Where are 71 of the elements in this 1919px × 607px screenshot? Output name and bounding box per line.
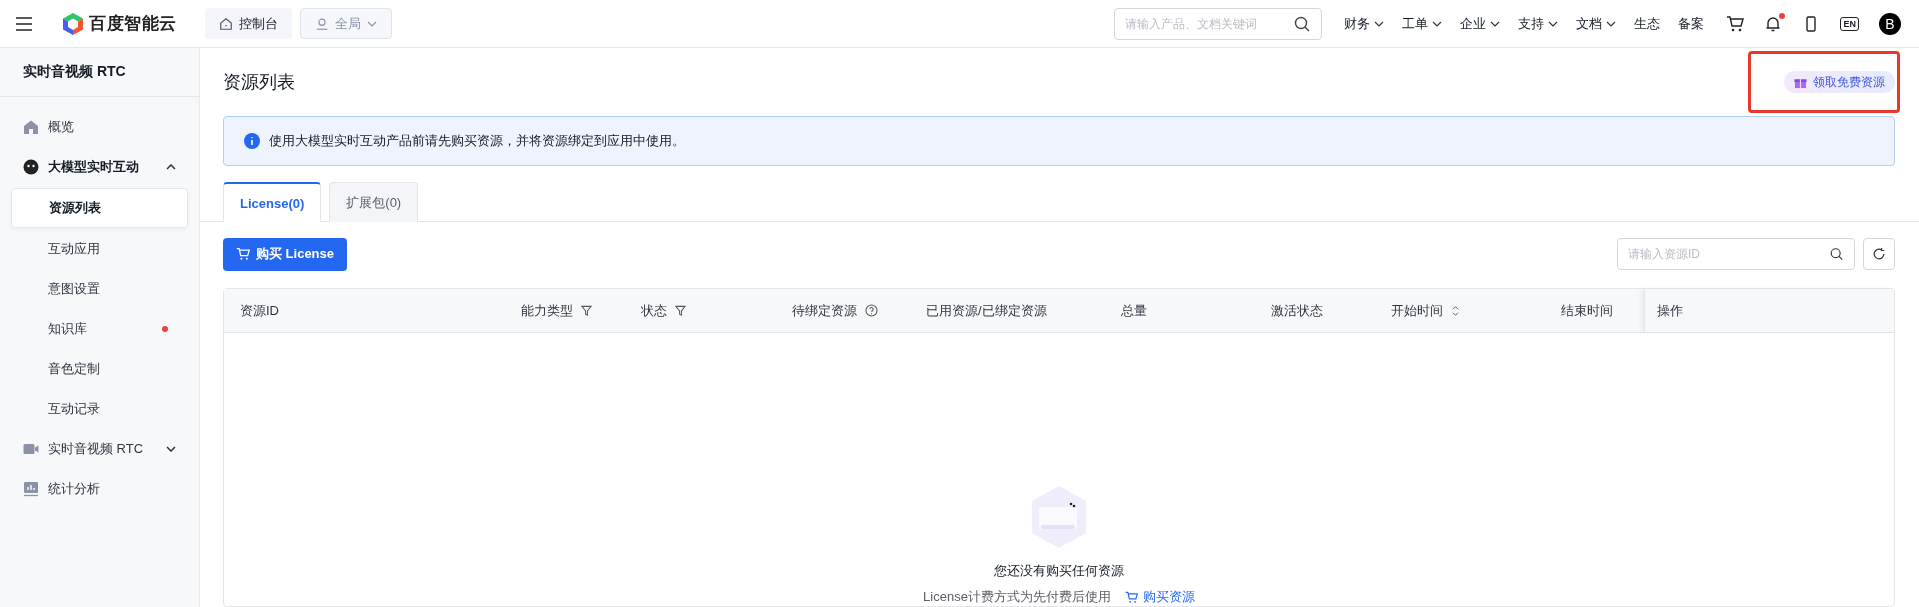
filter-icon[interactable] xyxy=(675,305,686,316)
free-resource-button[interactable]: 领取免费资源 xyxy=(1784,71,1895,93)
column-header: 结束时间 xyxy=(1560,301,1614,320)
menu-icon[interactable] xyxy=(16,16,32,31)
nav-menu[interactable]: 文档 xyxy=(1576,14,1617,33)
chevron-icon xyxy=(1548,20,1559,27)
column-header: 开始时间 xyxy=(1375,289,1545,332)
chevron-icon xyxy=(1374,20,1385,27)
sidebar-item[interactable]: 统计分析 xyxy=(11,469,188,509)
column-header: 能力类型 xyxy=(505,289,625,332)
chevron-icon xyxy=(366,20,377,27)
notification-icon[interactable] xyxy=(1764,14,1783,33)
filter-icon[interactable] xyxy=(581,305,592,316)
nav-menu[interactable]: 企业 xyxy=(1460,14,1501,33)
column-header: 激活状态 xyxy=(1270,301,1324,320)
nav-menu[interactable]: 生态 xyxy=(1634,14,1661,33)
column-header: 操作 xyxy=(1644,289,1896,332)
sidebar-item[interactable]: 大模型实时互动 xyxy=(11,147,188,187)
nav-menu[interactable]: 工单 xyxy=(1402,14,1443,33)
refresh-icon xyxy=(1872,247,1886,261)
video-icon xyxy=(23,441,39,457)
tab[interactable]: License(0) xyxy=(223,182,322,222)
column-header: 总量 xyxy=(1120,301,1148,320)
sidebar-item[interactable]: 概览 xyxy=(11,107,188,147)
robot-icon xyxy=(23,159,39,175)
column-header: 状态 xyxy=(625,289,776,332)
nav-menu[interactable]: 支持 xyxy=(1518,14,1559,33)
page-title: 资源列表 xyxy=(223,71,295,94)
sort-icon[interactable] xyxy=(1451,304,1460,317)
chevron-icon xyxy=(1490,20,1501,27)
resource-id-search[interactable]: 请输入资源ID xyxy=(1617,238,1855,270)
column-header: 资源ID xyxy=(239,301,280,320)
column-header: 待绑定资源 xyxy=(776,289,910,332)
empty-title: 您还没有购买任何资源 xyxy=(994,562,1124,580)
buy-resource-link[interactable]: 购买资源 xyxy=(1124,588,1195,606)
user-avatar[interactable]: B xyxy=(1879,12,1901,35)
sidebar-item[interactable]: 实时音视频 RTC xyxy=(11,429,188,469)
nav-menu[interactable]: 备案 xyxy=(1678,14,1705,33)
refresh-button[interactable] xyxy=(1863,238,1895,270)
empty-box-icon xyxy=(1031,485,1087,549)
console-button[interactable]: 控制台 xyxy=(204,8,292,39)
home-icon xyxy=(218,16,233,31)
logo-icon xyxy=(61,11,85,36)
cart-icon[interactable] xyxy=(1726,14,1745,33)
tab[interactable]: 扩展包(0) xyxy=(329,182,419,222)
chevron-icon xyxy=(1606,20,1617,27)
chevron-icon xyxy=(1432,20,1443,27)
search-icon[interactable] xyxy=(1294,15,1311,32)
search-icon[interactable] xyxy=(1830,247,1843,261)
sidebar-subitem[interactable]: 互动应用 xyxy=(11,230,188,268)
language-button[interactable]: EN xyxy=(1840,16,1859,31)
cart-icon xyxy=(236,247,250,261)
cart-icon xyxy=(1124,590,1138,604)
sidebar-subitem[interactable]: 资源列表 xyxy=(11,188,188,228)
brand-name[interactable]: 百度智能云 xyxy=(89,12,177,35)
search-field[interactable]: 请输入产品、文档关键词 xyxy=(1114,7,1323,40)
home-icon xyxy=(23,119,39,135)
location-icon xyxy=(314,16,329,31)
nav-menu[interactable]: 财务 xyxy=(1344,14,1385,33)
notice-text: 使用大模型实时互动产品前请先购买资源，并将资源绑定到应用中使用。 xyxy=(269,132,685,150)
column-header: 已用资源/已绑定资源 xyxy=(925,301,1048,320)
sidebar-title: 实时音视频 RTC xyxy=(0,48,199,97)
buy-license-button[interactable]: 购买 License xyxy=(223,237,348,271)
chart-icon xyxy=(23,481,39,497)
sidebar-subitem[interactable]: 音色定制 xyxy=(11,350,188,388)
empty-hint: License计费方式为先付费后使用 xyxy=(923,588,1111,606)
sidebar-subitem[interactable]: 意图设置 xyxy=(11,270,188,308)
info-icon xyxy=(244,133,260,149)
sidebar-subitem[interactable]: 互动记录 xyxy=(11,390,188,428)
sidebar-subitem[interactable]: 知识库 xyxy=(11,310,188,348)
help-icon[interactable] xyxy=(865,304,878,317)
